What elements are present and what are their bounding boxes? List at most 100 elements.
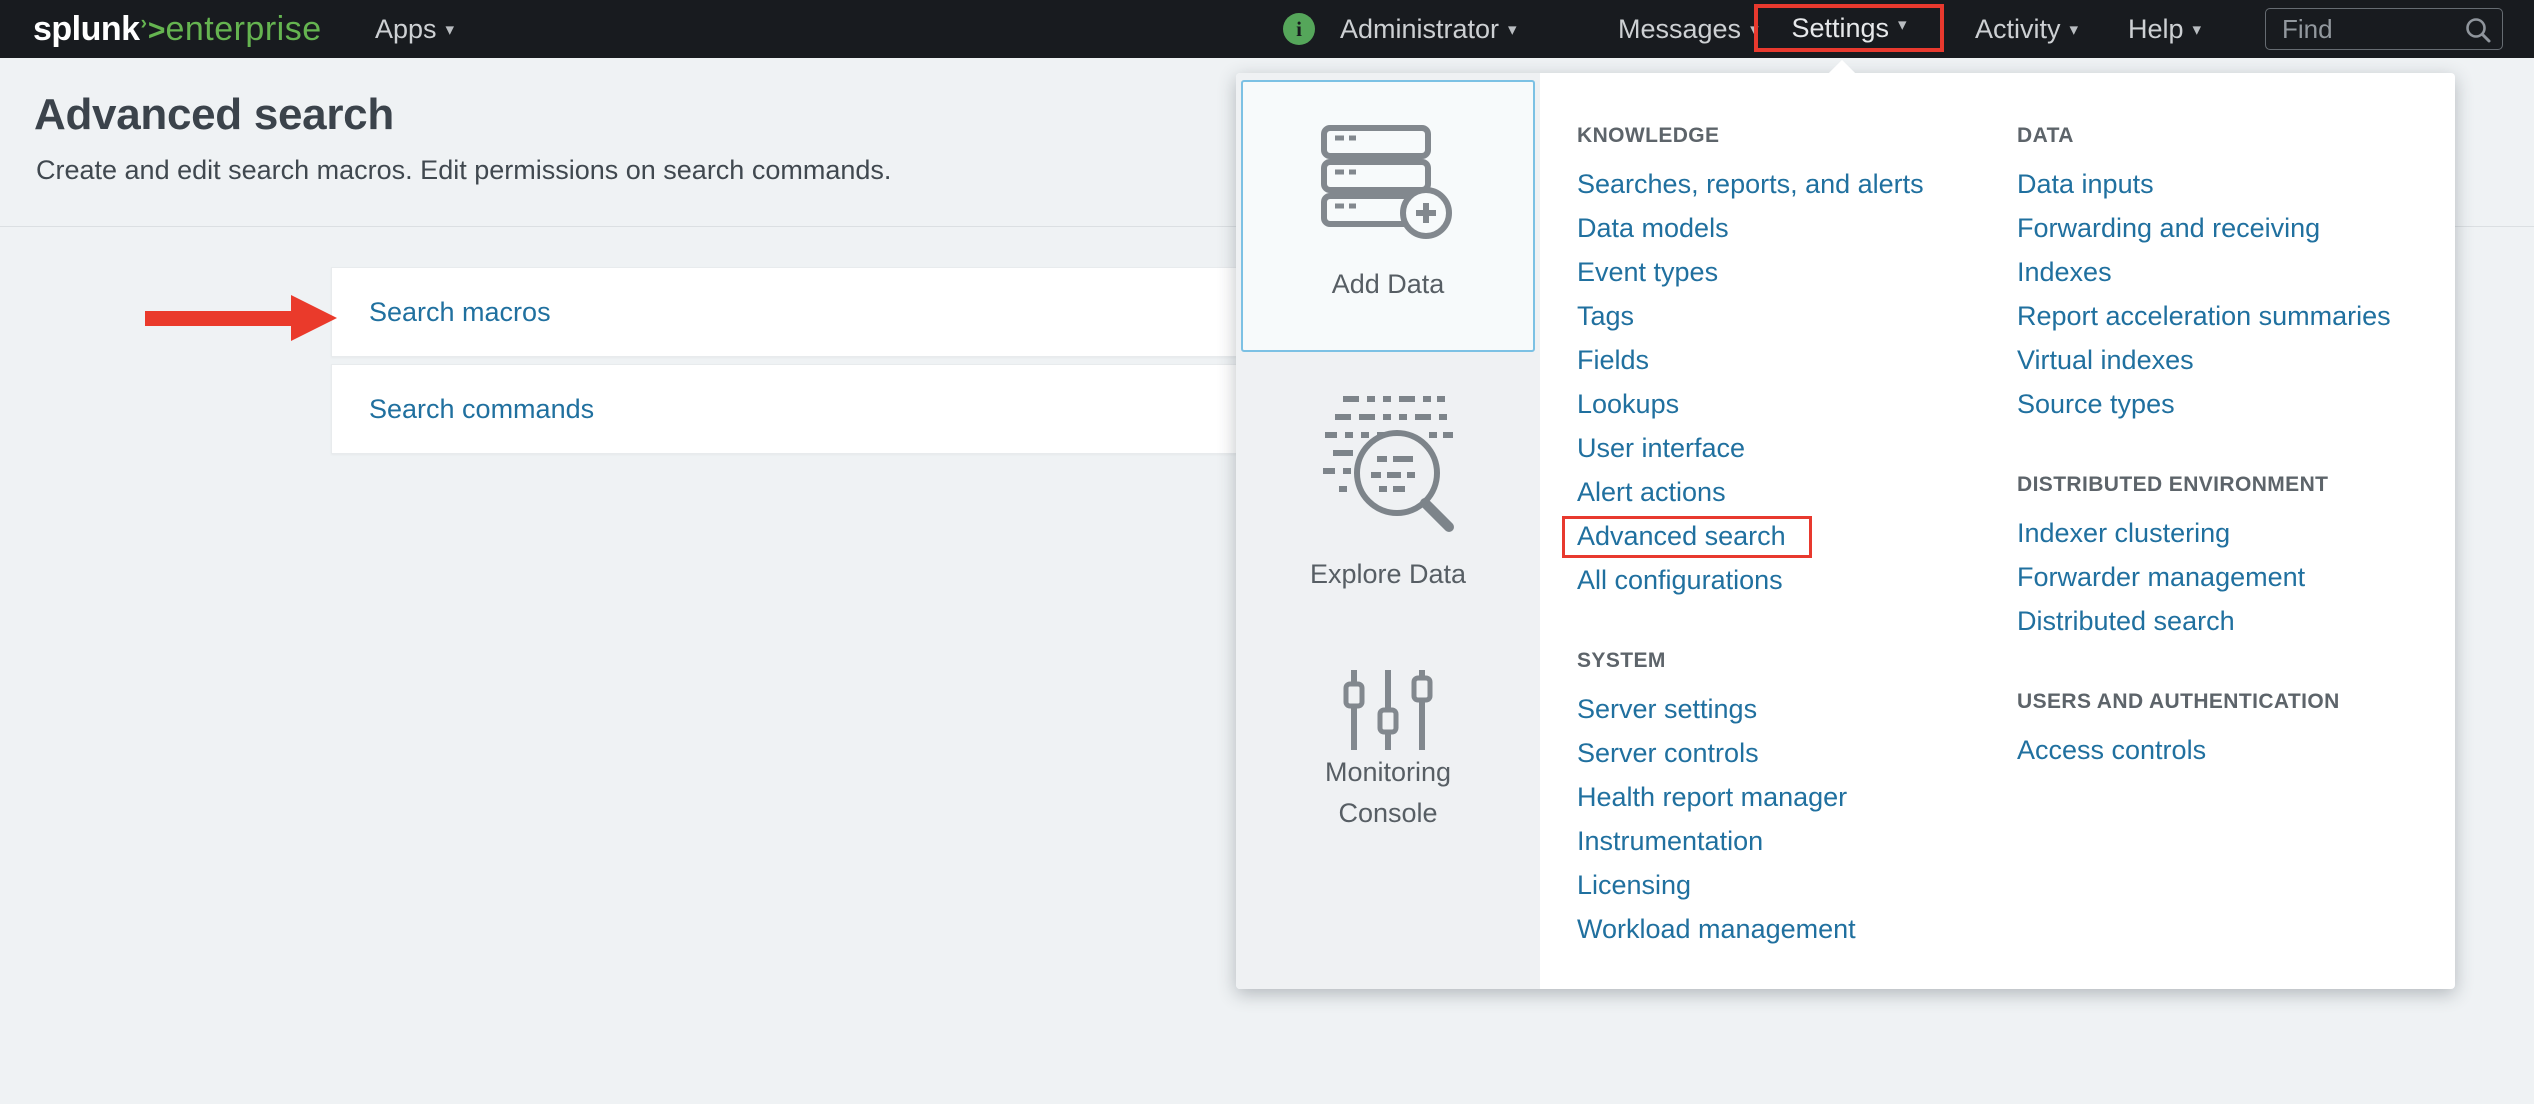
tile-label: Explore Data [1273,554,1503,595]
settings-dropdown-menu: Add Data Explore [1236,73,2455,989]
find-search-box [2265,8,2503,50]
tile-monitoring-console[interactable]: Monitoring Console [1241,653,1535,893]
menu-link-item: Distributed search [2017,599,2447,643]
menu-link-item: All configurations [1577,558,2007,602]
menu-section-data: DATA Data inputs Forwarding and receiving I… [2017,114,2447,426]
info-icon[interactable]: i [1283,13,1315,45]
menu-link-item: Lookups [1577,382,2007,426]
menu-section-header-system: SYSTEM [1577,639,2007,683]
menu-link-user-interface[interactable]: User interface [1577,433,1745,463]
menu-link-item: Data inputs [2017,162,2447,206]
menu-link-item: Fields [1577,338,2007,382]
top-navbar: splunk›>enterprise Apps▾ i Administrator… [0,0,2534,58]
tile-label: Add Data [1273,264,1503,305]
menu-link-server-settings[interactable]: Server settings [1577,694,1757,724]
nav-help[interactable]: Help▾ [2128,0,2201,58]
menu-section-system: SYSTEM Server settings Server controls Heal… [1577,639,2007,951]
menu-link-item: Source types [2017,382,2447,426]
menu-link-item: Forwarder management [2017,555,2447,599]
red-arrow-head [291,295,337,341]
menu-link-licensing[interactable]: Licensing [1577,870,1691,900]
chevron-down-icon: ▾ [2070,1,2079,59]
tile-label: Monitoring Console [1273,752,1503,834]
nav-administrator[interactable]: Administrator▾ [1340,0,1517,58]
menu-link-item: User interface [1577,426,2007,470]
menu-link-data-inputs[interactable]: Data inputs [2017,169,2154,199]
chevron-down-icon: ▾ [1508,1,1517,59]
menu-link-event-types[interactable]: Event types [1577,257,1718,287]
menu-link-workload-management[interactable]: Workload management [1577,914,1856,944]
find-search-input[interactable] [2266,9,2462,49]
menu-link-item: Instrumentation [1577,819,2007,863]
menu-link-item: Data models [1577,206,2007,250]
tile-add-data[interactable]: Add Data [1241,80,1535,352]
menu-link-item: Tags [1577,294,2007,338]
row-link-search-macros[interactable]: Search macros [369,297,551,328]
menu-link-item: Virtual indexes [2017,338,2447,382]
chevron-down-icon: ▾ [1898,15,1907,35]
menu-link-access-controls[interactable]: Access controls [2017,735,2206,765]
menu-link-item: Server settings [1577,687,2007,731]
menu-link-alert-actions[interactable]: Alert actions [1577,477,1726,507]
menu-link-tags[interactable]: Tags [1577,301,1634,331]
menu-link-searches-reports-and-alerts[interactable]: Searches, reports, and alerts [1577,169,1924,199]
menu-column-data-users: DATA Data inputs Forwarding and receiving I… [2017,114,2447,772]
menu-link-virtual-indexes[interactable]: Virtual indexes [2017,345,2194,375]
nav-apps[interactable]: Apps▾ [375,0,454,58]
logo-spark-mark: › [141,13,147,34]
menu-link-health-report-manager[interactable]: Health report manager [1577,782,1847,812]
menu-link-server-controls[interactable]: Server controls [1577,738,1759,768]
splunk-logo[interactable]: splunk›>enterprise [33,0,322,58]
logo-brand-text: splunk [33,10,140,48]
menu-section-distributed-environment: DISTRIBUTED ENVIRONMENT Indexer clusterin… [2017,463,2447,643]
menu-link-lookups[interactable]: Lookups [1577,389,1679,419]
menu-link-advanced-search[interactable]: Advanced search [1577,521,1786,551]
page-subtitle: Create and edit search macros. Edit perm… [36,155,891,186]
menu-link-distributed-search[interactable]: Distributed search [2017,606,2235,636]
nav-activity[interactable]: Activity▾ [1975,0,2078,58]
menu-column-knowledge-system: KNOWLEDGESearches, reports, and alertsDa… [1577,114,2007,951]
explore-data-icon [1313,391,1463,539]
add-data-icon [1321,125,1455,239]
menu-section-knowledge: KNOWLEDGESearches, reports, and alertsDa… [1577,114,2007,602]
menu-link-item: Access controls [2017,728,2447,772]
row-link-search-commands[interactable]: Search commands [369,394,594,425]
search-icon[interactable] [2464,16,2492,44]
menu-link-item: Licensing [1577,863,2007,907]
menu-link-instrumentation[interactable]: Instrumentation [1577,826,1763,856]
menu-link-item: Event types [1577,250,2007,294]
chevron-down-icon: ▾ [446,1,455,59]
menu-section-header-distributed-environment: DISTRIBUTED ENVIRONMENT [2017,463,2447,507]
menu-link-indexes[interactable]: Indexes [2017,257,2112,287]
nav-messages[interactable]: Messages▾ [1618,0,1759,58]
tile-explore-data[interactable]: Explore Data [1241,363,1535,643]
menu-link-item: Health report manager [1577,775,2007,819]
menu-link-item: Server controls [1577,731,2007,775]
menu-link-item: Advanced search [1577,514,2007,558]
menu-link-item: Alert actions [1577,470,2007,514]
menu-link-item: Report acceleration summaries [2017,294,2447,338]
menu-link-item: Indexes [2017,250,2447,294]
menu-section-header-users-and-authentication: USERS AND AUTHENTICATION [2017,680,2447,724]
menu-link-source-types[interactable]: Source types [2017,389,2175,419]
monitoring-console-icon [1340,668,1436,752]
menu-link-data-models[interactable]: Data models [1577,213,1729,243]
menu-link-all-configurations[interactable]: All configurations [1577,565,1783,595]
logo-product-text: enterprise [165,10,321,48]
logo-chevron: > [148,14,166,47]
menu-link-indexer-clustering[interactable]: Indexer clustering [2017,518,2230,548]
chevron-down-icon: ▾ [2193,1,2202,59]
menu-section-header-data: DATA [2017,114,2447,158]
menu-link-fields[interactable]: Fields [1577,345,1649,375]
menu-link-report-acceleration-summaries[interactable]: Report acceleration summaries [2017,301,2391,331]
nav-settings[interactable]: Settings▾ [1754,4,1944,52]
red-arrow-annotation [145,311,293,326]
menu-link-forwarding-and-receiving[interactable]: Forwarding and receiving [2017,213,2320,243]
menu-link-forwarder-management[interactable]: Forwarder management [2017,562,2305,592]
menu-link-item: Indexer clustering [2017,511,2447,555]
menu-link-item: Workload management [1577,907,2007,951]
menu-section-users-and-authentication: USERS AND AUTHENTICATION Access controls [2017,680,2447,772]
menu-link-item: Forwarding and receiving [2017,206,2447,250]
dropdown-notch [1828,60,1856,88]
menu-link-item: Searches, reports, and alerts [1577,162,2007,206]
